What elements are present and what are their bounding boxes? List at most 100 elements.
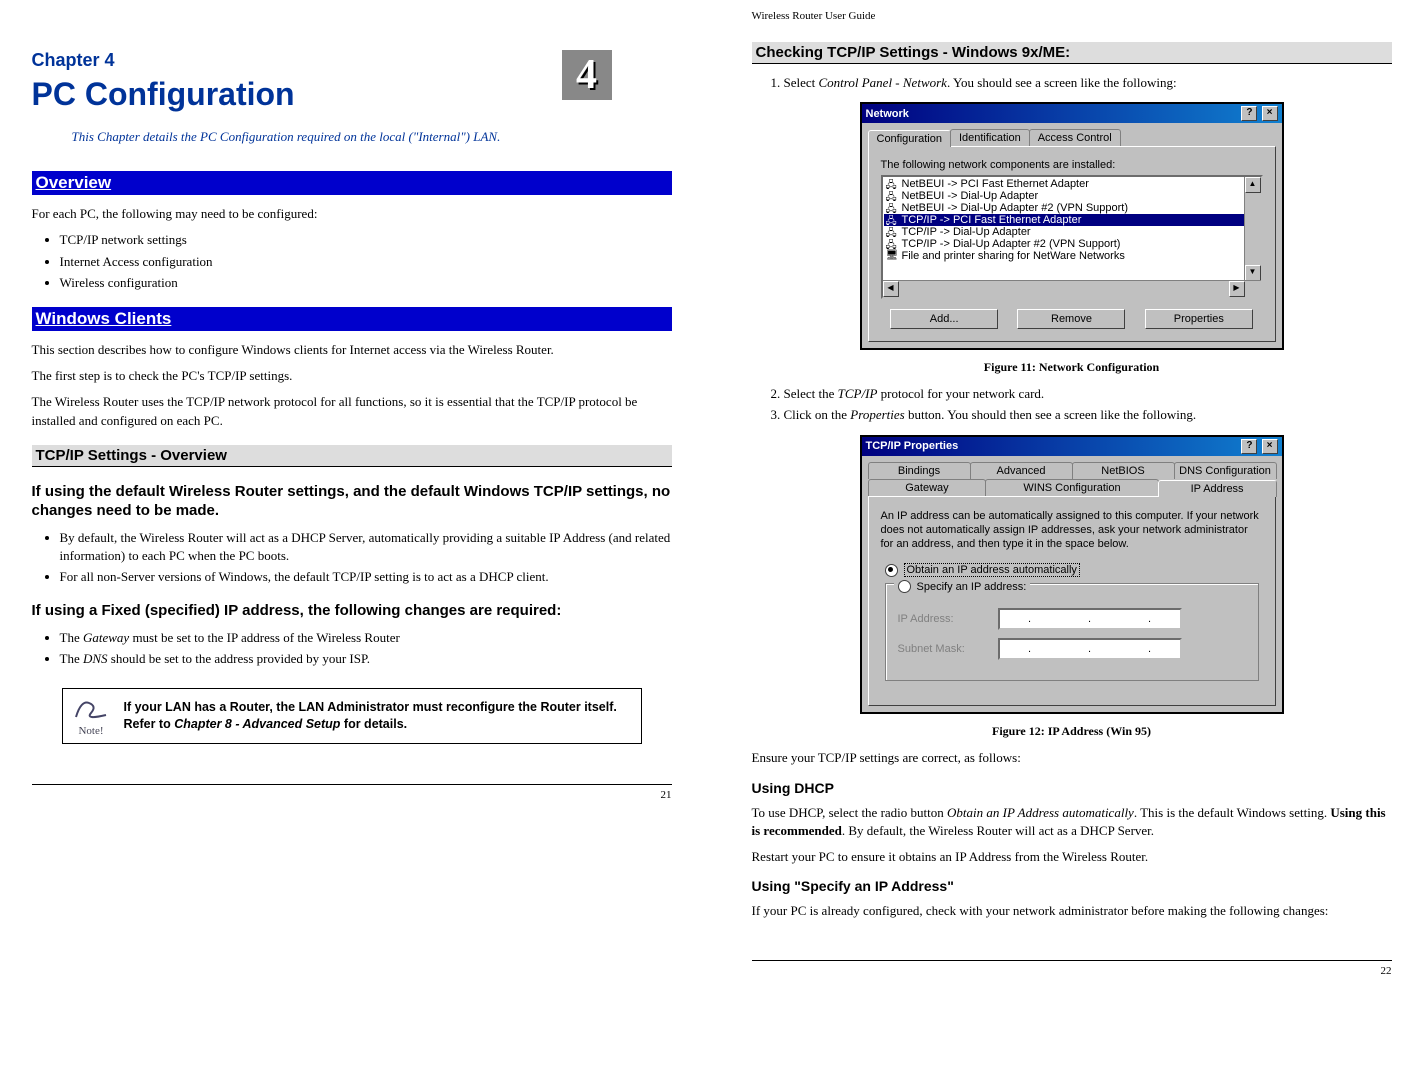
list-item[interactable]: 🖧NetBEUI -> PCI Fast Ethernet Adapter (884, 178, 1260, 190)
protocol-icon: 🖧 (886, 214, 898, 226)
tab-access-control[interactable]: Access Control (1029, 129, 1121, 146)
list-item[interactable]: 🖥File and printer sharing for NetWare Ne… (884, 250, 1260, 262)
italic-text: Gateway (83, 630, 129, 645)
scroll-right-button[interactable]: ▶ (1229, 281, 1245, 297)
steps-list: Select Control Panel - Network. You shou… (752, 74, 1392, 92)
subnet-mask-row: Subnet Mask: ... (898, 638, 1246, 660)
titlebar: TCP/IP Properties ? × (862, 437, 1282, 456)
italic-text: Control Panel - Network (819, 75, 947, 90)
step-2: Select the TCP/IP protocol for your netw… (784, 385, 1392, 403)
item-text: NetBEUI -> Dial-Up Adapter (902, 190, 1039, 202)
protocol-icon: 🖧 (886, 190, 898, 202)
list-label: The following network components are ins… (881, 159, 1263, 171)
subnet-mask-input[interactable]: ... (998, 638, 1182, 660)
add-button[interactable]: Add... (890, 309, 998, 329)
italic-text: TCP/IP (838, 386, 878, 401)
components-listbox[interactable]: 🖧NetBEUI -> PCI Fast Ethernet Adapter 🖧 N… (881, 175, 1263, 299)
chapter-intro: This Chapter details the PC Configuratio… (72, 128, 632, 146)
tab-wins-config[interactable]: WINS Configuration (985, 479, 1158, 496)
button-row: Add... Remove Properties (881, 309, 1263, 329)
text: The (60, 651, 83, 666)
help-button[interactable]: ? (1241, 439, 1257, 454)
tab-configuration[interactable]: Configuration (868, 130, 951, 147)
item-text: TCP/IP -> Dial-Up Adapter (902, 226, 1031, 238)
tab-identification[interactable]: Identification (950, 129, 1030, 146)
chapter-number-badge: 4 (562, 50, 612, 100)
note-text: If your LAN has a Router, the LAN Admini… (124, 699, 635, 734)
list-item[interactable]: 🖧 NetBEUI -> Dial-Up Adapter (884, 190, 1260, 202)
tab-gateway[interactable]: Gateway (868, 479, 987, 496)
list-item: Internet Access configuration (60, 253, 672, 271)
scroll-up-button[interactable]: ▲ (1245, 177, 1261, 193)
radio-label: Specify an IP address: (917, 581, 1027, 593)
subheading-checking-tcpip: Checking TCP/IP Settings - Windows 9x/ME… (752, 42, 1392, 64)
properties-button[interactable]: Properties (1145, 309, 1253, 329)
tab-netbios[interactable]: NetBIOS (1072, 462, 1175, 479)
tcpip-properties-dialog: TCP/IP Properties ? × Bindings Advanced … (860, 435, 1284, 715)
figure-11-caption: Figure 11: Network Configuration (752, 360, 1392, 375)
text: To use DHCP, select the radio button (752, 805, 948, 820)
radio-icon (898, 580, 911, 593)
list-item[interactable]: 🖧 NetBEUI -> Dial-Up Adapter #2 (VPN Supp… (884, 202, 1260, 214)
body-text: If your PC is already configured, check … (752, 902, 1392, 920)
text: for details. (340, 717, 407, 731)
body-text: This section describes how to configure … (32, 341, 672, 359)
scroll-down-button[interactable]: ▼ (1245, 265, 1261, 281)
page-22: Wireless Router User Guide Checking TCP/… (732, 10, 1412, 1007)
horizontal-scrollbar[interactable]: ◀ ▶ (883, 280, 1261, 297)
item-text: TCP/IP -> Dial-Up Adapter #2 (VPN Suppor… (902, 238, 1121, 250)
close-button[interactable]: × (1262, 106, 1278, 121)
tab-body: An IP address can be automatically assig… (868, 496, 1276, 707)
specify-group: Specify an IP address: IP Address: ... S… (885, 583, 1259, 681)
help-button[interactable]: ? (1241, 106, 1257, 121)
ip-address-input[interactable]: ... (998, 608, 1182, 630)
text: Select the (784, 386, 838, 401)
dialog-title: TCP/IP Properties (866, 440, 959, 452)
overview-list: TCP/IP network settings Internet Access … (32, 231, 672, 292)
protocol-icon: 🖧 (886, 226, 898, 238)
item-text: NetBEUI -> Dial-Up Adapter #2 (VPN Suppo… (902, 202, 1129, 214)
titlebar: Network ? × (862, 104, 1282, 123)
section-windows-clients: Windows Clients (32, 307, 672, 331)
list-item[interactable]: 🖧TCP/IP -> Dial-Up Adapter #2 (VPN Suppo… (884, 238, 1260, 250)
list-item-selected[interactable]: 🖧 TCP/IP -> PCI Fast Ethernet Adapter (884, 214, 1260, 226)
tab-body: The following network components are ins… (868, 146, 1276, 342)
subheading-using-dhcp: Using DHCP (752, 780, 1392, 796)
section-overview: Overview (32, 171, 672, 195)
italic-text: Properties (850, 407, 904, 422)
radio-icon (885, 564, 898, 577)
field-label: IP Address: (898, 613, 988, 625)
remove-button[interactable]: Remove (1017, 309, 1125, 329)
page-number: 21 (32, 784, 672, 801)
list-item: Wireless configuration (60, 274, 672, 292)
tab-advanced[interactable]: Advanced (970, 462, 1073, 479)
bullet-list: By default, the Wireless Router will act… (32, 529, 672, 587)
radio-specify[interactable]: Specify an IP address: (894, 580, 1031, 593)
field-label: Subnet Mask: (898, 643, 988, 655)
service-icon: 🖥 (886, 250, 898, 262)
page-21: 4 Chapter 4 PC Configuration This Chapte… (12, 10, 692, 1007)
radio-obtain-auto[interactable]: Obtain an IP address automatically (885, 563, 1259, 577)
tab-ip-address[interactable]: IP Address (1158, 480, 1277, 497)
tab-bindings[interactable]: Bindings (868, 462, 971, 479)
doc-header: Wireless Router User Guide (752, 10, 1392, 22)
tab-strip-row1: Bindings Advanced NetBIOS DNS Configurat… (862, 456, 1282, 479)
close-button[interactable]: × (1262, 439, 1278, 454)
italic-text: Obtain an IP Address automatically (947, 805, 1134, 820)
radio-group: Obtain an IP address automatically Speci… (885, 563, 1259, 681)
vertical-scrollbar[interactable]: ▲ ▼ (1244, 177, 1261, 281)
tab-strip: Configuration Identification Access Cont… (862, 123, 1282, 146)
item-text: TCP/IP -> PCI Fast Ethernet Adapter (902, 214, 1082, 226)
bullet-list: The Gateway must be set to the IP addres… (32, 629, 672, 668)
subheading-tcpip-overview: TCP/IP Settings - Overview (32, 445, 672, 467)
step-1: Select Control Panel - Network. You shou… (784, 74, 1392, 92)
list-item[interactable]: 🖧 TCP/IP -> Dial-Up Adapter (884, 226, 1260, 238)
body-text: The first step is to check the PC's TCP/… (32, 367, 672, 385)
protocol-icon: 🖧 (886, 202, 898, 214)
scroll-left-button[interactable]: ◀ (883, 281, 899, 297)
text: button. You should then see a screen lik… (905, 407, 1196, 422)
tab-dns-config[interactable]: DNS Configuration (1174, 462, 1277, 479)
text: Select (784, 75, 819, 90)
overview-text: For each PC, the following may need to b… (32, 205, 672, 223)
list-item: TCP/IP network settings (60, 231, 672, 249)
